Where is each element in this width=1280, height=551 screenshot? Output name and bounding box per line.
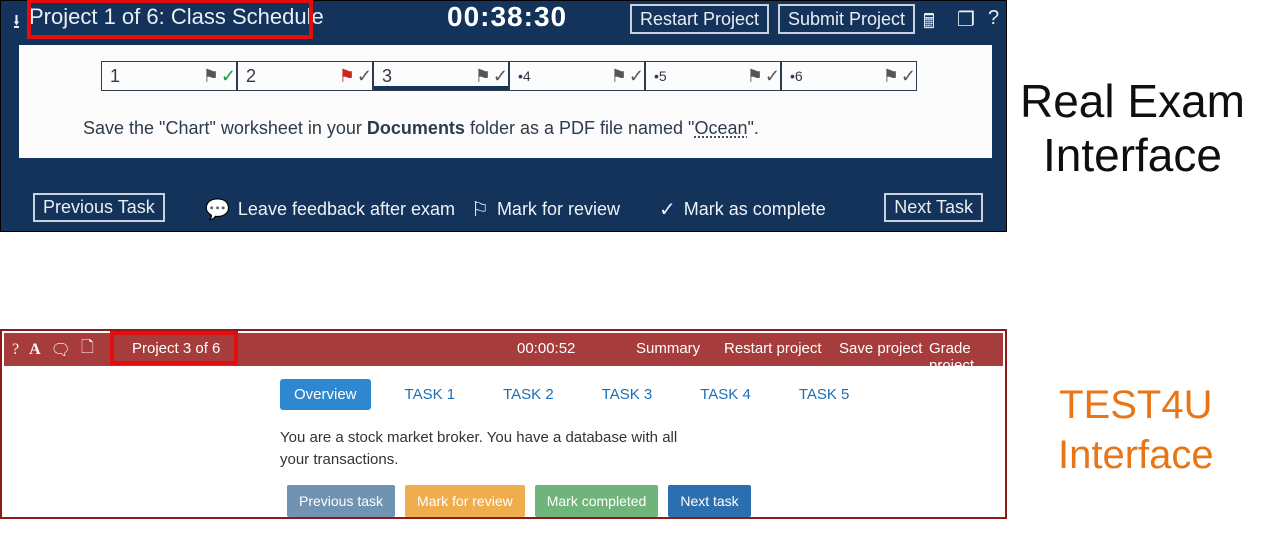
task-tab-row: 1 ⚑ ✓ 2 ⚑ ✓ 3 ⚑ ✓ •4 ⚑ ✓ — [101, 61, 917, 91]
windows-icon[interactable]: ❐ — [957, 7, 975, 32]
task-tab-num: 3 — [382, 66, 400, 87]
summary-link[interactable]: Summary — [636, 340, 700, 357]
bottom-row: Previous Task 💬 Leave feedback after exa… — [33, 193, 983, 227]
t4u-chat-icon[interactable]: 🗨 — [51, 340, 71, 360]
project-title: Project 1 of 6: Class Schedule — [29, 4, 324, 30]
instr-d: Ocean — [694, 118, 747, 138]
task-tab-6[interactable]: •6 ⚑ ✓ — [781, 61, 917, 91]
real-exam-panel: ⭳ Project 1 of 6: Class Schedule 00:38:3… — [0, 0, 1007, 235]
task-tab-num: •4 — [518, 68, 536, 84]
t4u-header: ? A 🗨 🗋 Project 3 of 6 00:00:52 Summary … — [4, 333, 1003, 366]
calculator-icon[interactable]: 🖩 — [923, 7, 935, 41]
label-test4u: TEST4U Interface — [1058, 380, 1214, 480]
t4u-tab-overview[interactable]: Overview — [280, 379, 371, 410]
flag-icon: ⚑ — [883, 66, 899, 87]
speech-bubble-icon: 💬 — [205, 197, 230, 222]
flag-icon: ⚑ — [747, 66, 763, 87]
t4u-next-task-button[interactable]: Next task — [668, 485, 750, 517]
submit-project-button[interactable]: Submit Project — [778, 4, 915, 34]
grade-project-link[interactable]: Grade project — [929, 340, 1003, 374]
t4u-tab-task1[interactable]: TASK 1 — [391, 379, 470, 410]
t4u-tab-task5[interactable]: TASK 5 — [785, 379, 864, 410]
task-instruction: Save the "Chart" worksheet in your Docum… — [83, 118, 759, 139]
t4u-tab-row: Overview TASK 1 TASK 2 TASK 3 TASK 4 TAS… — [280, 379, 863, 410]
test4u-panel: ? A 🗨 🗋 Project 3 of 6 00:00:52 Summary … — [0, 329, 1007, 519]
task-tab-3[interactable]: 3 ⚑ ✓ — [373, 61, 509, 91]
task-tab-num: •6 — [790, 68, 808, 84]
t4u-instruction: You are a stock market broker. You have … — [280, 427, 700, 471]
check-icon: ✓ — [629, 66, 644, 87]
t4u-previous-task-button[interactable]: Previous task — [287, 485, 395, 517]
help-icon[interactable]: ? — [988, 7, 999, 30]
t4u-timer: 00:00:52 — [517, 340, 575, 357]
save-project-link[interactable]: Save project — [839, 340, 922, 357]
task-tab-num: 2 — [246, 66, 264, 87]
exam-outer: ⭳ Project 1 of 6: Class Schedule 00:38:3… — [0, 0, 1007, 232]
t4u-mark-completed-button[interactable]: Mark completed — [535, 485, 659, 517]
check-icon: ✓ — [765, 66, 780, 87]
next-task-button[interactable]: Next Task — [884, 193, 983, 222]
restart-project-link[interactable]: Restart project — [724, 340, 822, 357]
t4u-font-icon[interactable]: A — [29, 341, 41, 359]
t4u-help-icon[interactable]: ? — [12, 341, 19, 359]
previous-task-button[interactable]: Previous Task — [33, 193, 165, 222]
check-icon: ✓ — [493, 66, 508, 87]
flag-icon: ⚑ — [611, 66, 627, 87]
t4u-left-icons: ? A 🗨 🗋 — [4, 333, 94, 366]
flag-icon: ⚐ — [471, 197, 489, 222]
task-tab-num: •5 — [654, 68, 672, 84]
mark-review-action[interactable]: ⚐ Mark for review — [471, 197, 620, 222]
instr-b: Documents — [367, 118, 465, 138]
instr-c: folder as a PDF file named " — [465, 118, 695, 138]
t4u-tab-task3[interactable]: TASK 3 — [588, 379, 667, 410]
check-icon: ✓ — [659, 197, 676, 222]
flag-icon: ⚑ — [475, 66, 491, 87]
t4u-tab-task4[interactable]: TASK 4 — [686, 379, 765, 410]
timer: 00:38:30 — [447, 1, 567, 33]
t4u-tab-task2[interactable]: TASK 2 — [489, 379, 568, 410]
mark-complete-action[interactable]: ✓ Mark as complete — [659, 197, 826, 222]
check-icon: ✓ — [357, 66, 372, 87]
leave-feedback-label: Leave feedback after exam — [238, 199, 455, 220]
t4u-bottom-row: Previous task Mark for review Mark compl… — [287, 485, 751, 517]
task-tab-1[interactable]: 1 ⚑ ✓ — [101, 61, 237, 91]
task-tab-5[interactable]: •5 ⚑ ✓ — [645, 61, 781, 91]
check-icon: ✓ — [221, 66, 236, 87]
mark-complete-label: Mark as complete — [684, 199, 826, 220]
task-tab-num: 1 — [110, 66, 128, 87]
leave-feedback-action[interactable]: 💬 Leave feedback after exam — [205, 197, 455, 222]
t4u-project-title: Project 3 of 6 — [132, 340, 220, 357]
t4u-doc-icon[interactable]: 🗋 — [81, 336, 94, 363]
t4u-mark-review-button[interactable]: Mark for review — [405, 485, 525, 517]
flag-icon: ⚑ — [339, 66, 355, 87]
restart-project-button[interactable]: Restart Project — [630, 4, 769, 34]
mark-review-label: Mark for review — [497, 199, 620, 220]
check-icon: ✓ — [901, 66, 916, 87]
instr-a: Save the "Chart" worksheet in your — [83, 118, 367, 138]
t4u-outer: ? A 🗨 🗋 Project 3 of 6 00:00:52 Summary … — [0, 329, 1007, 519]
label-real-exam: Real Exam Interface — [1020, 74, 1245, 182]
flag-icon: ⚑ — [203, 66, 219, 87]
instr-e: ". — [747, 118, 758, 138]
save-icon[interactable]: ⭳ — [13, 7, 20, 41]
task-tab-4[interactable]: •4 ⚑ ✓ — [509, 61, 645, 91]
task-tab-2[interactable]: 2 ⚑ ✓ — [237, 61, 373, 91]
